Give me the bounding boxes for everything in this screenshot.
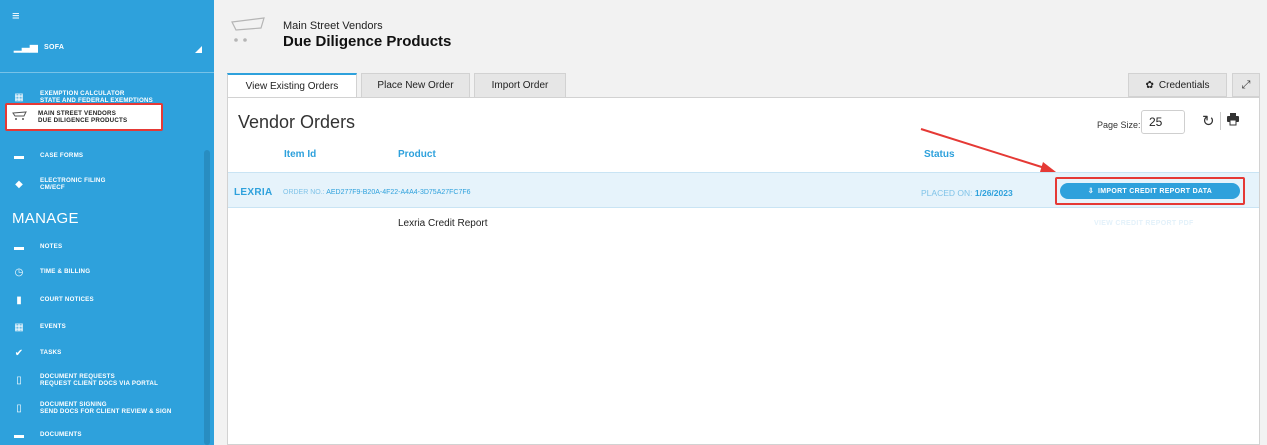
calculator-icon: ▦ (14, 91, 24, 103)
document-icon: ▯ (16, 374, 22, 386)
import-button-highlight: ⇩ IMPORT CREDIT REPORT DATA (1055, 177, 1245, 205)
cart-icon (12, 110, 27, 124)
clock-icon: ◷ (14, 266, 24, 278)
tab-place-new-order[interactable]: Place New Order (361, 73, 470, 97)
sidebar-item-sofa[interactable]: ▁▃▅ SOFA (14, 42, 64, 53)
sidebar-item-time-billing[interactable]: ◷ TIME & BILLING (0, 265, 204, 279)
sidebar-item-court-notices[interactable]: ▮ COURT NOTICES (0, 293, 204, 307)
column-header-status[interactable]: Status (924, 149, 955, 160)
sidebar-item-label: COURT NOTICES (40, 296, 94, 304)
sidebar-item-document-requests[interactable]: ▯ DOCUMENT REQUESTS REQUEST CLIENT DOCS … (0, 371, 204, 389)
sidebar-item-sublabel: CM/ECF (40, 184, 65, 191)
sidebar-item-sublabel: SEND DOCS FOR CLIENT REVIEW & SIGN (40, 408, 172, 415)
placed-on-label: PLACED ON: (921, 188, 973, 198)
page-size-input[interactable] (1141, 110, 1185, 134)
filing-icon: ◆ (15, 178, 23, 190)
sidebar-item-label: MAIN STREET VENDORS (38, 109, 117, 117)
notes-icon: ▬ (14, 241, 24, 253)
sidebar-item-case-forms[interactable]: ▬ CASE FORMS (0, 149, 204, 163)
expand-button[interactable]: ⤢ (1232, 73, 1260, 97)
sidebar-item-document-signing[interactable]: ▯ DOCUMENT SIGNING SEND DOCS FOR CLIENT … (0, 399, 204, 417)
sidebar-item-main-street-vendors[interactable]: MAIN STREET VENDORS DUE DILIGENCE PRODUC… (5, 103, 163, 131)
court-icon: ▮ (16, 294, 22, 306)
sidebar-item-label: NOTES (40, 243, 63, 251)
sidebar-item-label: DOCUMENT REQUESTS (40, 372, 115, 380)
calendar-icon: ▦ (14, 321, 24, 333)
table-row[interactable]: LEXRIA ORDER NO.: AED277F9-B20A-4F22-A4A… (228, 172, 1259, 208)
page-title: Due Diligence Products (283, 33, 452, 50)
sidebar-item-sublabel: REQUEST CLIENT DOCS VIA PORTAL (40, 380, 159, 387)
import-credit-report-button[interactable]: ⇩ IMPORT CREDIT REPORT DATA (1060, 183, 1240, 199)
documents-icon: ▬ (14, 429, 24, 441)
sidebar-item-label: EXEMPTION CALCULATOR (40, 89, 125, 97)
product-name: Lexria Credit Report (398, 218, 488, 229)
sidebar-item-label: DOCUMENTS (40, 431, 82, 439)
corner-caret-icon[interactable] (195, 46, 202, 53)
sidebar-item-electronic-filing[interactable]: ◆ ELECTRONIC FILING CM/ECF (0, 175, 204, 193)
credentials-button[interactable]: ✿ Credentials (1128, 73, 1227, 97)
sidebar: ≡ ▁▃▅ SOFA ▦ EXEMPTION CALCULATOR STATE … (0, 0, 214, 445)
check-icon: ✔ (14, 347, 24, 359)
document-icon: ▯ (16, 402, 22, 414)
cart-logo-icon (231, 17, 265, 42)
column-header-product[interactable]: Product (398, 149, 436, 160)
column-header-item-id[interactable]: Item Id (284, 149, 316, 160)
sidebar-item-label: TIME & BILLING (40, 268, 91, 276)
sidebar-item-tasks[interactable]: ✔ TASKS (0, 346, 204, 360)
page-subtitle: Main Street Vendors (283, 20, 383, 32)
folder-icon: ▬ (14, 150, 24, 162)
order-number-value: AED277F9-B20A-4F22-A4A4-3D75A27FC7F6 (326, 189, 471, 196)
panel-title: Vendor Orders (238, 112, 356, 132)
download-icon: ⇩ (1087, 188, 1094, 195)
sidebar-item-sublabel: DUE DILIGENCE PRODUCTS (38, 117, 128, 124)
hamburger-menu-icon[interactable]: ≡ (12, 9, 20, 22)
expand-icon: ⤢ (1241, 78, 1251, 91)
sidebar-scrollbar[interactable] (204, 150, 210, 445)
tab-view-existing-orders[interactable]: View Existing Orders (227, 73, 357, 98)
order-number-label: ORDER NO.: (283, 189, 325, 196)
vendor-name: LEXRIA (234, 187, 273, 198)
sidebar-item-label: DOCUMENT SIGNING (40, 400, 107, 408)
order-number: ORDER NO.: AED277F9-B20A-4F22-A4A4-3D75A… (283, 189, 471, 196)
import-button-label: IMPORT CREDIT REPORT DATA (1097, 187, 1213, 195)
print-icon[interactable] (1226, 112, 1240, 126)
sidebar-item-label: TASKS (40, 349, 62, 357)
refresh-icon[interactable]: ↻ (1202, 112, 1215, 130)
sidebar-item-label: EVENTS (40, 323, 66, 331)
gear-icon: ✿ (1145, 79, 1154, 91)
manage-heading: MANAGE (12, 210, 79, 227)
sidebar-item-label: ELECTRONIC FILING (40, 176, 106, 184)
page-size-label: Page Size: (1097, 120, 1141, 130)
tab-import-order[interactable]: Import Order (474, 73, 566, 97)
placed-on-date: 1/26/2023 (974, 188, 1013, 198)
toolbar-divider (1220, 112, 1221, 130)
sidebar-item-label: CASE FORMS (40, 152, 84, 160)
sofa-label: SOFA (43, 44, 65, 51)
sidebar-divider (0, 72, 214, 73)
sidebar-item-notes[interactable]: ▬ NOTES (0, 240, 204, 254)
sidebar-item-events[interactable]: ▦ EVENTS (0, 320, 204, 334)
sidebar-top: ≡ ▁▃▅ SOFA (0, 0, 214, 72)
view-credit-report-pdf-link[interactable]: VIEW CREDIT REPORT PDF (1094, 220, 1194, 227)
sidebar-item-documents[interactable]: ▬ DOCUMENTS (0, 428, 204, 442)
placed-on: PLACED ON: 1/26/2023 (921, 188, 1013, 198)
chart-icon: ▁▃▅ (14, 42, 38, 53)
credentials-label: Credentials (1158, 79, 1210, 91)
vendor-orders-panel: Vendor Orders Page Size: ↻ Item Id Produ… (227, 97, 1260, 445)
